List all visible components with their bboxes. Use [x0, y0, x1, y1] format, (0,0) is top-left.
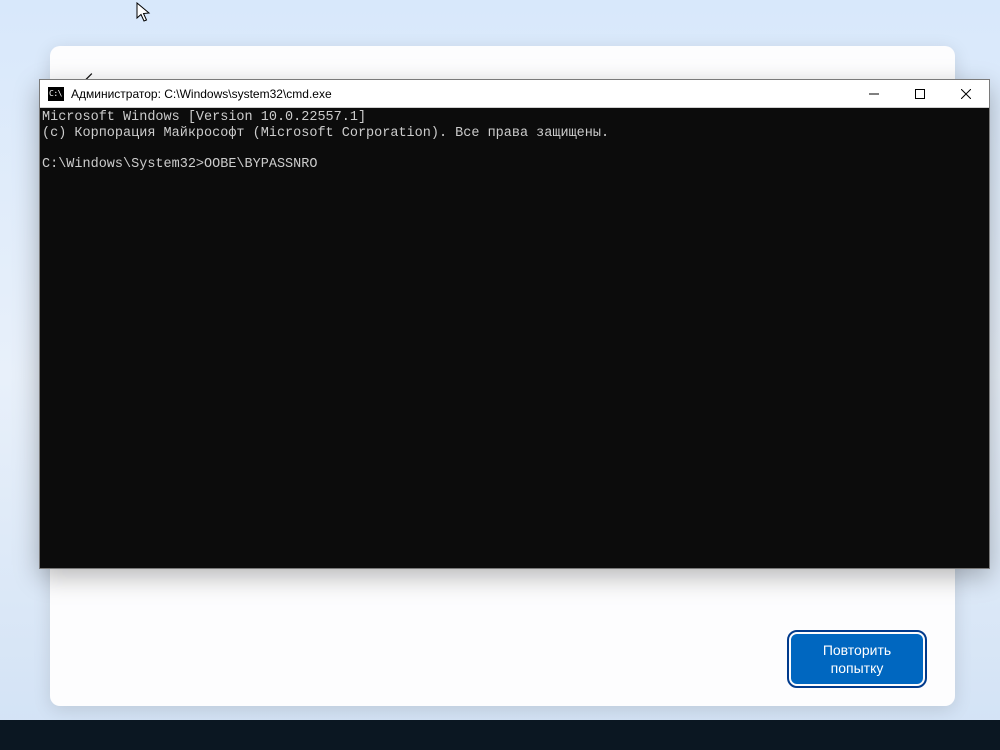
retry-button[interactable]: Повторить попытку: [791, 634, 923, 684]
terminal-output[interactable]: Microsoft Windows [Version 10.0.22557.1]…: [40, 108, 989, 568]
taskbar[interactable]: [0, 720, 1000, 750]
window-title: Администратор: C:\Windows\system32\cmd.e…: [71, 87, 332, 101]
mouse-cursor-icon: [136, 2, 152, 24]
minimize-button[interactable]: [851, 80, 897, 107]
terminal-line: Microsoft Windows [Version 10.0.22557.1]: [42, 110, 989, 126]
command-prompt-window[interactable]: Администратор: C:\Windows\system32\cmd.e…: [39, 79, 990, 569]
terminal-line: (c) Корпорация Майкрософт (Microsoft Cor…: [42, 126, 989, 142]
terminal-blank-line: [42, 141, 989, 157]
terminal-prompt: C:\Windows\System32>: [42, 157, 204, 173]
desktop-background: Повторить попытку Администратор: C:\Wind…: [0, 0, 1000, 750]
cmd-icon: [48, 87, 64, 101]
terminal-command-input[interactable]: OOBE\BYPASSNRO: [204, 157, 317, 173]
window-titlebar[interactable]: Администратор: C:\Windows\system32\cmd.e…: [40, 80, 989, 108]
maximize-button[interactable]: [897, 80, 943, 107]
window-controls: [851, 80, 989, 107]
terminal-prompt-line: C:\Windows\System32>OOBE\BYPASSNRO: [42, 157, 989, 173]
close-button[interactable]: [943, 80, 989, 107]
